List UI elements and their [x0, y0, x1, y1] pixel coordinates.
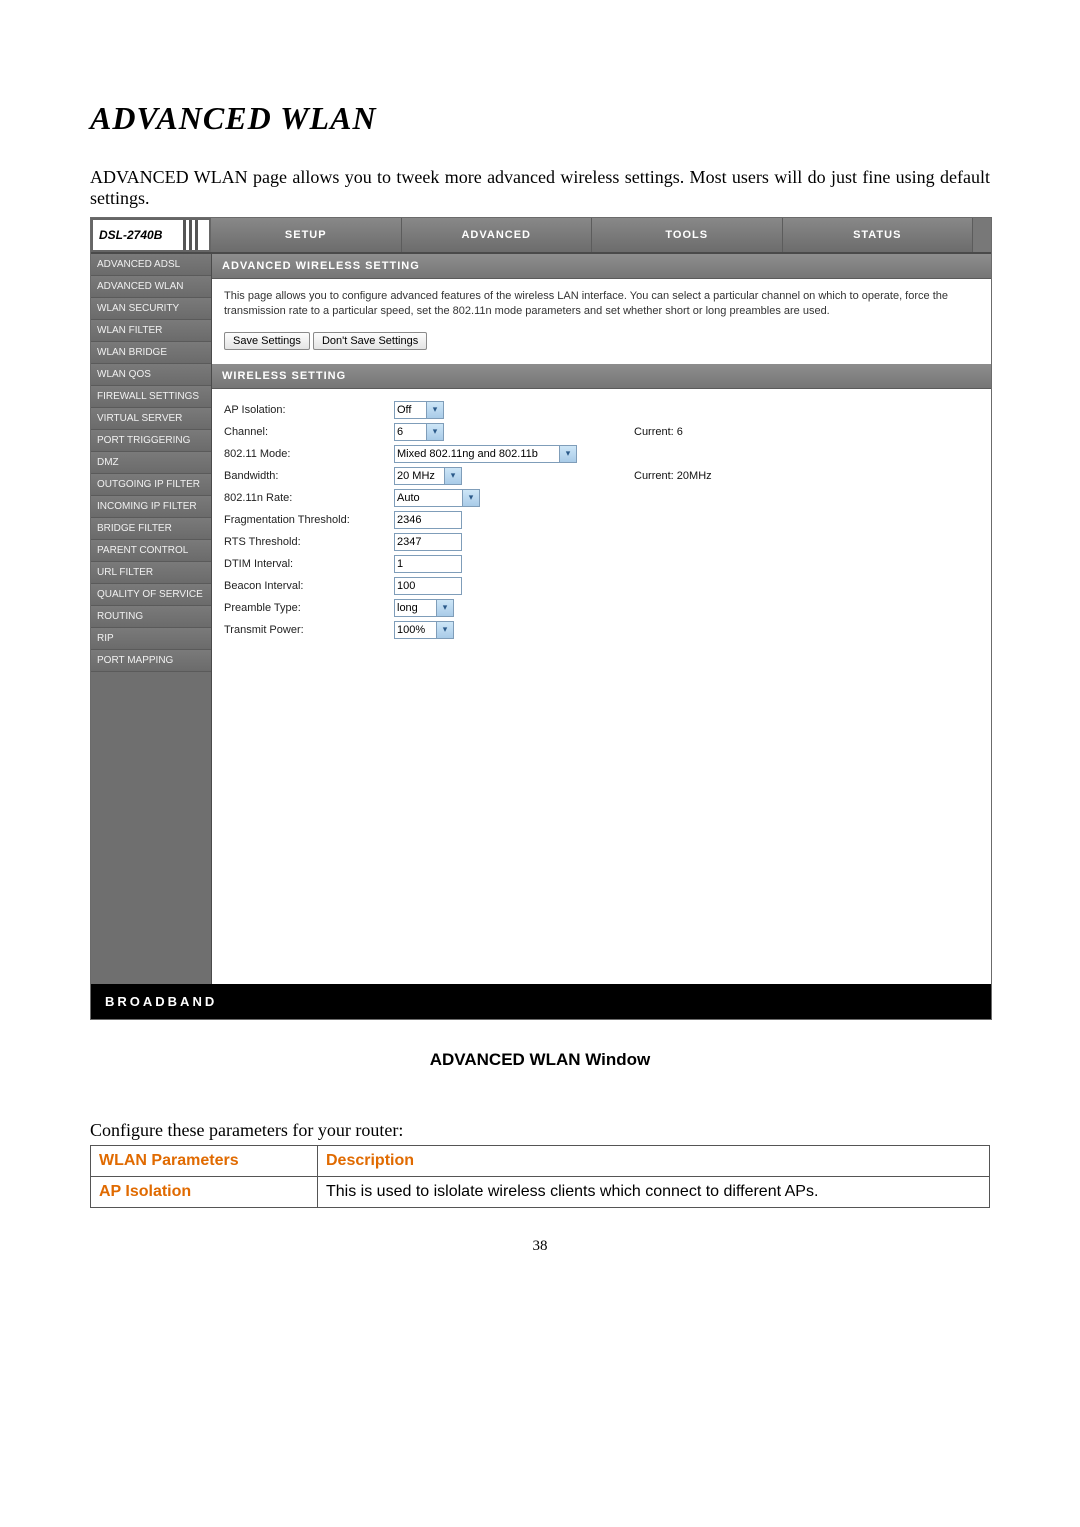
sidebar-item[interactable]: BRIDGE FILTER [91, 518, 211, 540]
chevron-down-icon[interactable]: ▾ [462, 489, 480, 507]
chevron-down-icon[interactable]: ▾ [426, 401, 444, 419]
sidebar-item[interactable]: OUTGOING IP FILTER [91, 474, 211, 496]
tab-advanced[interactable]: ADVANCED [402, 218, 593, 252]
rts-input[interactable] [394, 533, 462, 551]
sidebar: ADVANCED ADSL ADVANCED WLAN WLAN SECURIT… [91, 254, 212, 984]
tab-status[interactable]: STATUS [783, 218, 974, 252]
rts-label: RTS Threshold: [224, 536, 394, 548]
panel-description: This page allows you to configure advanc… [224, 289, 979, 320]
parameters-table: WLAN Parameters Description AP Isolation… [90, 1145, 990, 1208]
channel-select[interactable]: ▾ [394, 423, 444, 441]
sidebar-item[interactable]: FIREWALL SETTINGS [91, 386, 211, 408]
beacon-input[interactable] [394, 577, 462, 595]
rate-select[interactable]: ▾ [394, 489, 480, 507]
page-title: ADVANCED WLAN [90, 100, 990, 137]
tx-select[interactable]: ▾ [394, 621, 454, 639]
channel-current: Current: 6 [584, 426, 979, 438]
router-screenshot: DSL-2740B SETUP ADVANCED TOOLS STATUS AD… [90, 217, 992, 1020]
table-row-desc: This is used to islolate wireless client… [318, 1177, 990, 1208]
sidebar-item[interactable]: WLAN SECURITY [91, 298, 211, 320]
sidebar-item[interactable]: URL FILTER [91, 562, 211, 584]
rate-label: 802.11n Rate: [224, 492, 394, 504]
figure-caption: ADVANCED WLAN Window [90, 1050, 990, 1070]
dtim-label: DTIM Interval: [224, 558, 394, 570]
frag-label: Fragmentation Threshold: [224, 514, 394, 526]
sidebar-item[interactable]: PORT TRIGGERING [91, 430, 211, 452]
tx-label: Transmit Power: [224, 624, 394, 636]
dtim-input[interactable] [394, 555, 462, 573]
table-row-param: AP Isolation [91, 1177, 318, 1208]
chevron-down-icon[interactable]: ▾ [444, 467, 462, 485]
dont-save-settings-button[interactable]: Don't Save Settings [313, 332, 427, 350]
panel-advanced-wireless-heading: ADVANCED WIRELESS SETTING [212, 254, 991, 279]
bandwidth-select[interactable]: ▾ [394, 467, 462, 485]
mode-label: 802.11 Mode: [224, 448, 394, 460]
intro-text: ADVANCED WLAN page allows you to tweek m… [90, 167, 990, 209]
sidebar-item[interactable]: ROUTING [91, 606, 211, 628]
tab-tools[interactable]: TOOLS [592, 218, 783, 252]
chevron-down-icon[interactable]: ▾ [436, 599, 454, 617]
sidebar-item[interactable]: WLAN QOS [91, 364, 211, 386]
preamble-select[interactable]: ▾ [394, 599, 454, 617]
ap-isolation-select[interactable]: ▾ [394, 401, 444, 419]
beacon-label: Beacon Interval: [224, 580, 394, 592]
sidebar-item[interactable]: QUALITY OF SERVICE [91, 584, 211, 606]
save-settings-button[interactable]: Save Settings [224, 332, 310, 350]
sidebar-item[interactable]: VIRTUAL SERVER [91, 408, 211, 430]
preamble-label: Preamble Type: [224, 602, 394, 614]
config-intro: Configure these parameters for your rout… [90, 1120, 990, 1141]
page-number: 38 [90, 1238, 990, 1255]
table-header-param: WLAN Parameters [91, 1146, 318, 1177]
sidebar-item[interactable]: RIP [91, 628, 211, 650]
brand-label: DSL-2740B [91, 218, 211, 252]
sidebar-item[interactable]: PARENT CONTROL [91, 540, 211, 562]
sidebar-item[interactable]: ADVANCED ADSL [91, 254, 211, 276]
chevron-down-icon[interactable]: ▾ [426, 423, 444, 441]
sidebar-item[interactable]: WLAN FILTER [91, 320, 211, 342]
sidebar-item[interactable]: WLAN BRIDGE [91, 342, 211, 364]
mode-select[interactable]: ▾ [394, 445, 577, 463]
frag-input[interactable] [394, 511, 462, 529]
sidebar-item[interactable]: PORT MAPPING [91, 650, 211, 672]
channel-label: Channel: [224, 426, 394, 438]
ap-isolation-label: AP Isolation: [224, 404, 394, 416]
bandwidth-label: Bandwidth: [224, 470, 394, 482]
sidebar-item[interactable]: INCOMING IP FILTER [91, 496, 211, 518]
chevron-down-icon[interactable]: ▾ [436, 621, 454, 639]
table-header-desc: Description [318, 1146, 990, 1177]
tab-setup[interactable]: SETUP [211, 218, 402, 252]
chevron-down-icon[interactable]: ▾ [559, 445, 577, 463]
panel-wireless-setting-heading: WIRELESS SETTING [212, 364, 991, 389]
sidebar-item[interactable]: ADVANCED WLAN [91, 276, 211, 298]
bandwidth-current: Current: 20MHz [584, 470, 979, 482]
footer-broadband: BROADBAND [91, 984, 991, 1019]
sidebar-item[interactable]: DMZ [91, 452, 211, 474]
